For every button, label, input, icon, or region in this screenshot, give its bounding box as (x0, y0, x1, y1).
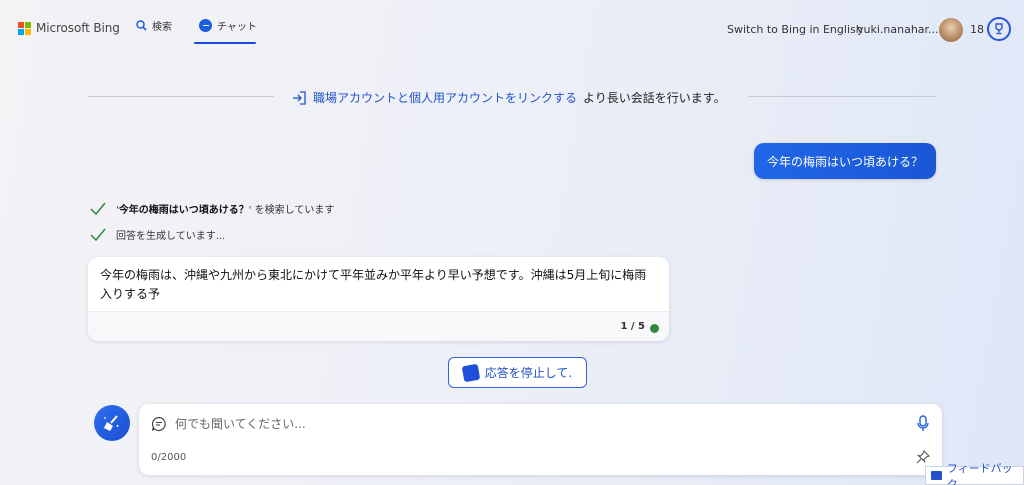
stop-button-label: 応答を停止して. (484, 366, 573, 380)
microphone-icon[interactable] (916, 415, 930, 433)
username[interactable]: yuki.nanahar... (857, 23, 939, 36)
chat-input[interactable] (175, 414, 895, 434)
pin-icon[interactable] (916, 450, 930, 464)
progress-searching: '今年の梅雨はいつ頃あける？' を検索しています (90, 201, 334, 216)
broom-icon (104, 415, 119, 431)
progress-generating-text: 回答を生成しています... (116, 231, 226, 242)
page-counter: 1 / 5 (620, 321, 645, 332)
top-header: Microsoft Bing 検索 チャット Switch to Bing in… (0, 0, 1024, 56)
answer-footer: 1 / 5 (88, 311, 669, 341)
link-accounts-banner: 職場アカウントと個人用アカウントをリンクする より長い会話を行います。 (292, 89, 726, 106)
user-message-bubble: 今年の梅雨はいつ頃あける？ (754, 143, 936, 179)
new-topic-button[interactable] (94, 405, 130, 441)
divider-left (88, 96, 274, 97)
switch-language-link[interactable]: Switch to Bing in English (727, 23, 863, 36)
tab-search[interactable]: 検索 (136, 18, 172, 33)
tab-chat-label: チャット (217, 22, 257, 33)
chat-bubble-icon (151, 416, 166, 432)
active-tab-indicator (194, 42, 256, 44)
rewards-trophy-icon[interactable] (987, 17, 1011, 41)
progress-query: 今年の梅雨はいつ頃あける？ (118, 205, 249, 216)
banner-rest-text: より長い会話を行います。 (583, 91, 726, 105)
search-icon (136, 20, 147, 31)
progress-generating: 回答を生成しています... (90, 227, 225, 242)
user-message-text: 今年の梅雨はいつ頃あける？ (766, 154, 923, 169)
progress-suffix: ' を検索しています (248, 205, 335, 216)
rewards-count[interactable]: 18 (970, 23, 984, 36)
check-icon (90, 228, 106, 241)
stop-responding-button[interactable]: 応答を停止して. (448, 357, 587, 388)
feedback-icon (931, 471, 942, 480)
chat-input-box: 0/2000 (139, 404, 942, 475)
microsoft-logo-icon (18, 21, 31, 35)
bing-logo[interactable]: Microsoft Bing (18, 21, 120, 35)
answer-card: 今年の梅雨は、沖縄や九州から東北にかけて平年並みか平年より早い予想です。沖縄は5… (88, 257, 669, 341)
feedback-button[interactable]: フィードバック (925, 462, 1024, 485)
divider-right (748, 96, 936, 97)
tab-search-label: 検索 (152, 22, 172, 33)
logo-text: Microsoft Bing (36, 21, 120, 35)
feedback-label: フィードバック (946, 461, 1013, 485)
link-accounts-link[interactable]: 職場アカウントと個人用アカウントをリンクする (313, 89, 577, 106)
answer-text: 今年の梅雨は、沖縄や九州から東北にかけて平年並みか平年より早い予想です。沖縄は5… (100, 268, 647, 301)
stop-icon (461, 363, 481, 382)
sign-in-icon (293, 90, 306, 105)
tab-chat[interactable]: チャット (199, 18, 257, 33)
status-dot (650, 324, 659, 333)
avatar[interactable] (939, 18, 963, 42)
chat-icon (199, 19, 212, 32)
char-count: 0/2000 (151, 452, 187, 463)
check-icon (90, 202, 106, 215)
